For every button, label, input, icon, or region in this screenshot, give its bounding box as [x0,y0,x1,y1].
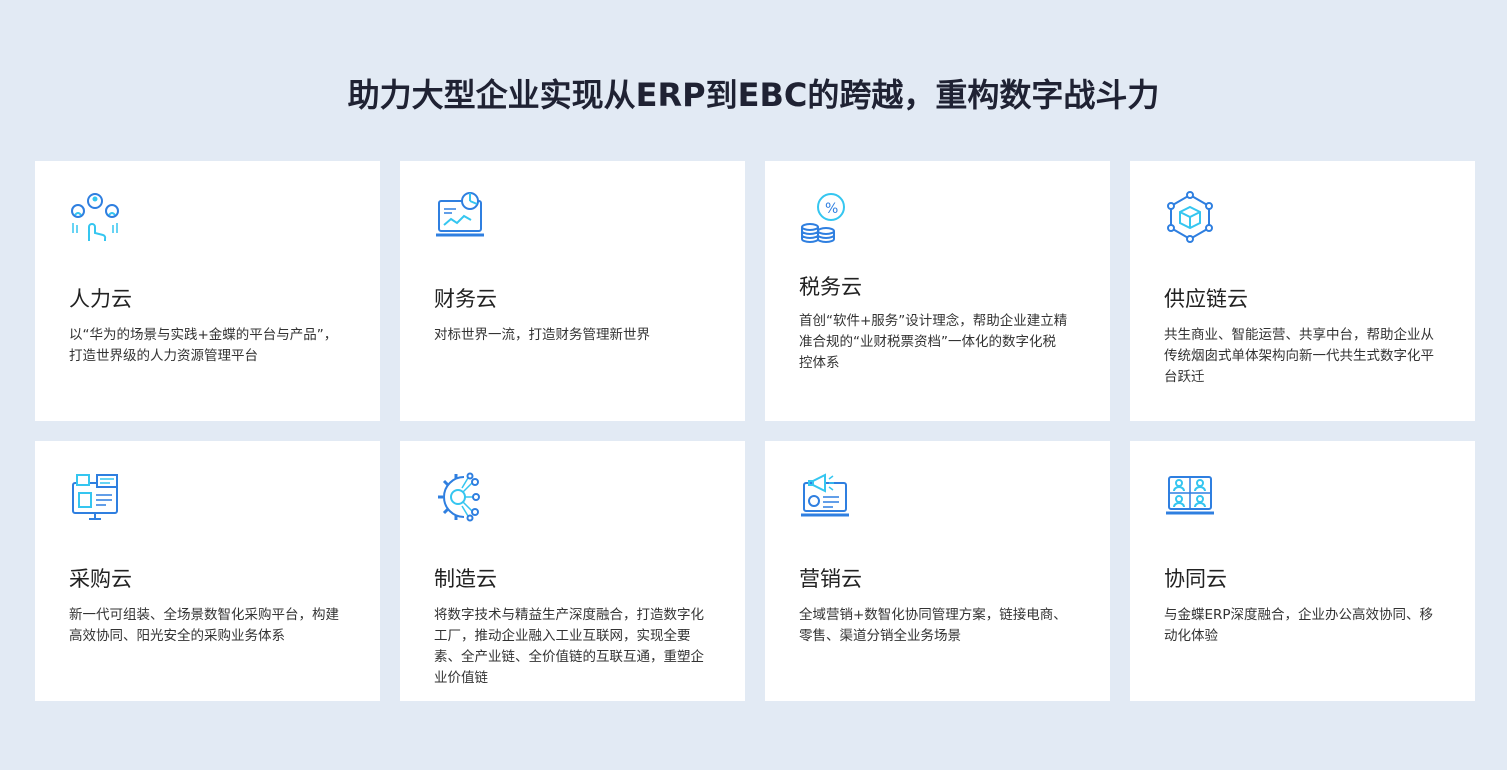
card-description: 将数字技术与精益生产深度融合，打造数字化工厂，推动企业融入工业互联网，实现全要素… [434,607,704,686]
card-description: 首创“软件+服务”设计理念，帮助企业建立精准合规的“业财税票资档”一体化的数字化… [799,313,1068,371]
monitor-cart-icon [69,471,121,523]
video-meeting-icon [1164,471,1216,523]
card-description: 新一代可组装、全场景数智化采购平台，构建高效协同、阳光安全的采购业务体系 [69,607,339,644]
card-title: 供应链云 [1164,287,1248,311]
card-collaboration-cloud[interactable]: 协同云 与金蝶ERP深度融合，企业办公高效协同、移动化体验 [1130,441,1475,701]
card-title: 税务云 [799,275,862,299]
card-description: 以“华为的场景与实践+金蝶的平台与产品”，打造世界级的人力资源管理平台 [69,327,338,364]
card-hr-cloud[interactable]: 人力云 以“华为的场景与实践+金蝶的平台与产品”，打造世界级的人力资源管理平台 [35,161,380,421]
card-title: 采购云 [69,567,132,591]
card-manufacturing-cloud[interactable]: 制造云 将数字技术与精益生产深度融合，打造数字化工厂，推动企业融入工业互联网，实… [400,441,745,701]
card-finance-cloud[interactable]: 财务云 对标世界一流，打造财务管理新世界 [400,161,745,421]
gear-network-icon [434,471,486,523]
card-description: 对标世界一流，打造财务管理新世界 [434,327,650,343]
card-description: 共生商业、智能运营、共享中台，帮助企业从传统烟囱式单体架构向新一代共生式数字化平… [1164,327,1434,385]
page-title: 助力大型企业实现从ERP到EBC的跨越，重构数字战斗力 [347,76,1160,114]
card-marketing-cloud[interactable]: 营销云 全域营销+数智化协同管理方案，链接电商、零售、渠道分销全业务场景 [765,441,1110,701]
card-title: 制造云 [434,567,497,591]
card-title: 财务云 [434,287,497,311]
card-description: 全域营销+数智化协同管理方案，链接电商、零售、渠道分销全业务场景 [799,607,1067,644]
product-card-grid: 人力云 以“华为的场景与实践+金蝶的平台与产品”，打造世界级的人力资源管理平台 … [35,161,1475,701]
laptop-megaphone-icon [799,471,851,523]
card-tax-cloud[interactable]: % 税务云 首创“软件+服务”设计理念，帮助企业建立精准合规的“业财税票资档”一… [765,161,1110,421]
card-procurement-cloud[interactable]: 采购云 新一代可组装、全场景数智化采购平台，构建高效协同、阳光安全的采购业务体系 [35,441,380,701]
card-supply-chain-cloud[interactable]: 供应链云 共生商业、智能运营、共享中台，帮助企业从传统烟囱式单体架构向新一代共生… [1130,161,1475,421]
network-cube-icon [1164,191,1216,243]
svg-text:%: % [825,201,838,217]
card-description: 与金蝶ERP深度融合，企业办公高效协同、移动化体验 [1164,607,1434,644]
card-title: 营销云 [799,567,862,591]
card-title: 协同云 [1164,567,1227,591]
people-hand-icon [69,191,121,243]
coins-percent-icon: % [799,191,851,243]
laptop-chart-icon [434,191,486,243]
card-title: 人力云 [69,287,132,311]
